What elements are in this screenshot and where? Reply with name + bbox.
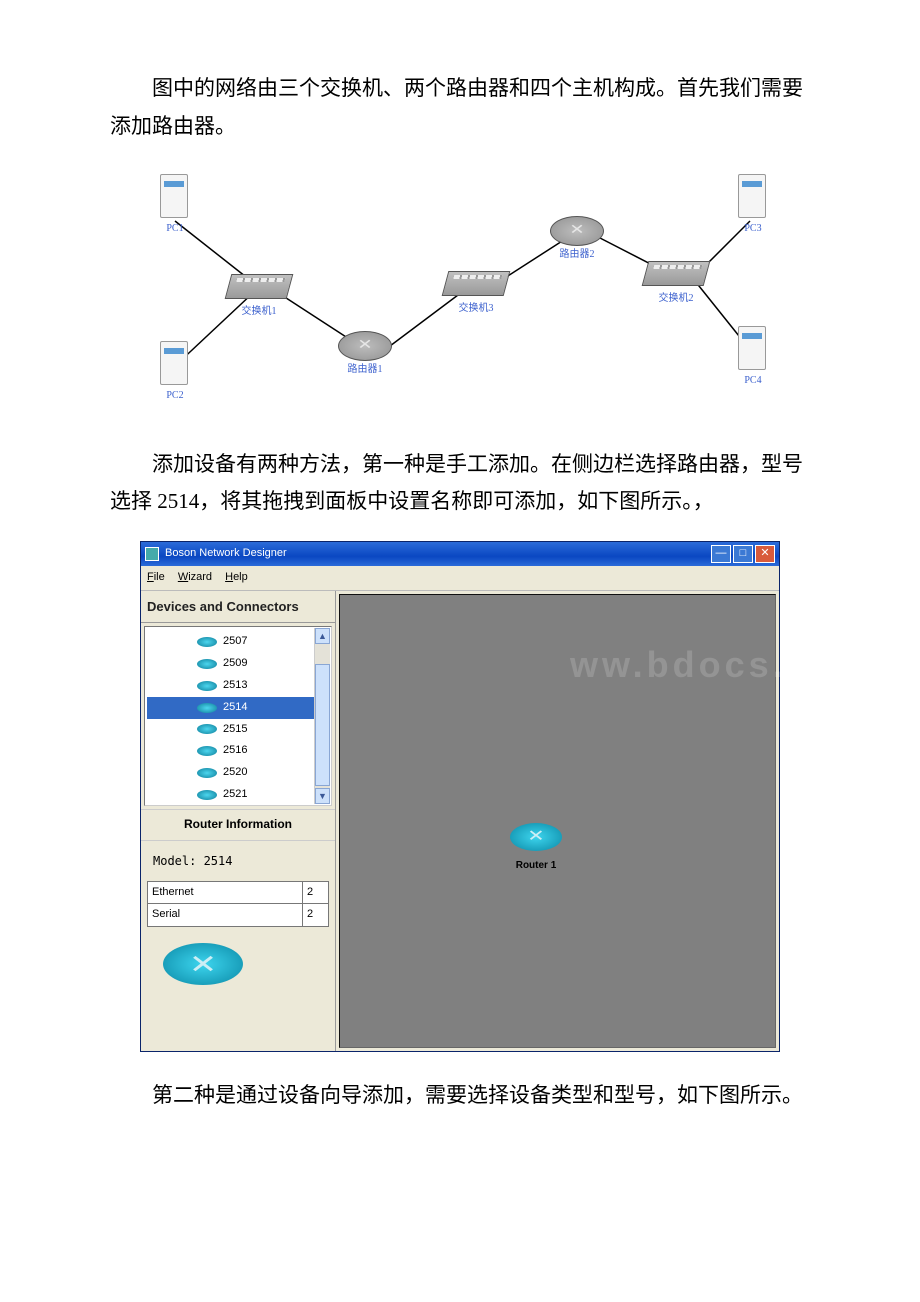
close-button[interactable]: ✕ [755, 545, 775, 563]
diagram-pc1: PC1 [160, 174, 190, 229]
tree-item-2514[interactable]: 2514 [147, 697, 329, 719]
diagram-router1: 路由器1 [338, 331, 392, 379]
canvas-router-1[interactable]: Router 1 [510, 823, 562, 875]
sidebar: Devices and Connectors 25072509251325142… [141, 591, 336, 1051]
router-mini-icon [197, 659, 217, 669]
minimize-button[interactable]: — [711, 545, 731, 563]
info-key: Ethernet [148, 881, 303, 904]
app-window: Boson Network Designer — □ ✕ File Wizard… [140, 541, 780, 1052]
tree-item-2521[interactable]: 2521 [147, 784, 329, 806]
router-mini-icon [197, 703, 217, 713]
router-preview-icon [163, 943, 243, 985]
sidebar-header: Devices and Connectors [141, 591, 335, 623]
tree-item-2507[interactable]: 2507 [147, 631, 329, 653]
menu-file[interactable]: File [147, 571, 165, 583]
router-mini-icon [197, 790, 217, 800]
tree-item-2520[interactable]: 2520 [147, 762, 329, 784]
tree-item-label: 2521 [223, 785, 247, 805]
menu-help[interactable]: Help [225, 571, 248, 583]
tree-item-2515[interactable]: 2515 [147, 719, 329, 741]
menu-bar: File Wizard Help [141, 566, 779, 591]
tree-item-label: 2516 [223, 741, 247, 761]
scroll-thumb[interactable] [315, 664, 330, 786]
router-mini-icon [197, 637, 217, 647]
router-mini-icon [197, 681, 217, 691]
diagram-router2: 路由器2 [550, 216, 604, 264]
tree-scrollbar[interactable]: ▲ ▼ [314, 628, 330, 804]
paragraph-1: 图中的网络由三个交换机、两个路由器和四个主机构成。首先我们需要添加路由器。 [110, 70, 810, 146]
device-tree[interactable]: 2507250925132514251525162520252125222523… [144, 626, 332, 806]
diagram-switch2: 交换机2 [645, 261, 707, 308]
router-model-label: Model: 2514 [153, 851, 329, 873]
router-info-header: Router Information [141, 809, 335, 841]
table-row: Ethernet 2 [148, 881, 329, 904]
tree-item-2522[interactable]: 2522 [147, 806, 329, 807]
router-mini-icon [197, 724, 217, 734]
paragraph-3: 第二种是通过设备向导添加，需要选择设备类型和型号，如下图所示。 [110, 1077, 810, 1115]
canvas-router-label: Router 1 [510, 857, 562, 875]
tree-item-2509[interactable]: 2509 [147, 653, 329, 675]
paragraph-2: 添加设备有两种方法，第一种是手工添加。在侧边栏选择路由器，型号选择 2514，将… [110, 446, 810, 522]
tree-item-label: 2509 [223, 654, 247, 674]
tree-item-2513[interactable]: 2513 [147, 675, 329, 697]
info-val: 2 [303, 881, 329, 904]
scroll-down-icon[interactable]: ▼ [315, 788, 330, 804]
menu-wizard[interactable]: Wizard [178, 571, 212, 583]
info-key: Serial [148, 904, 303, 927]
diagram-pc3: PC3 [738, 174, 768, 229]
app-icon [145, 547, 159, 561]
tree-item-label: 2514 [223, 698, 247, 718]
diagram-switch1: 交换机1 [228, 274, 290, 321]
tree-item-2516[interactable]: 2516 [147, 740, 329, 762]
diagram-pc2: PC2 [160, 341, 190, 396]
router-info-panel: Model: 2514 Ethernet 2 Serial 2 [141, 841, 335, 933]
tree-item-label: 2507 [223, 632, 247, 652]
tree-item-label: 2513 [223, 676, 247, 696]
design-canvas[interactable]: ww.bdocs.com Router 1 [339, 594, 776, 1048]
table-row: Serial 2 [148, 904, 329, 927]
router-info-table: Ethernet 2 Serial 2 [147, 881, 329, 928]
router-mini-icon [197, 768, 217, 778]
router-preview [141, 933, 335, 1051]
scroll-up-icon[interactable]: ▲ [315, 628, 330, 644]
diagram-pc4: PC4 [738, 326, 768, 381]
router-mini-icon [197, 746, 217, 756]
info-val: 2 [303, 904, 329, 927]
router-icon [510, 823, 562, 851]
network-diagram: PC1 PC2 PC3 PC4 交换机1 交换机3 交换机2 路由器1 路由器2 [140, 166, 780, 426]
tree-item-label: 2515 [223, 720, 247, 740]
tree-item-label: 2520 [223, 763, 247, 783]
watermark-text: ww.bdocs.com [570, 633, 873, 698]
window-title: Boson Network Designer [165, 544, 287, 564]
maximize-button[interactable]: □ [733, 545, 753, 563]
title-bar[interactable]: Boson Network Designer — □ ✕ [141, 542, 779, 566]
diagram-switch3: 交换机3 [445, 271, 507, 318]
